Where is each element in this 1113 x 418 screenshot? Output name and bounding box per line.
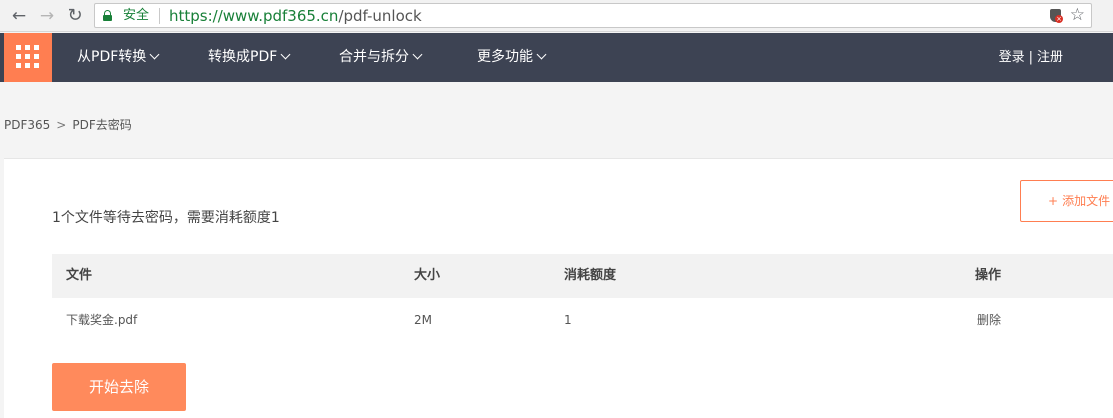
url-text[interactable]: https://www.pdf365.cn/pdf-unlock — [169, 6, 422, 26]
nav-merge-split[interactable]: 合并与拆分 — [339, 33, 423, 82]
nav-from-pdf[interactable]: 从PDF转换 — [77, 33, 160, 82]
bookmark-star-icon[interactable]: ☆ — [1070, 5, 1085, 25]
nav-more[interactable]: 更多功能 — [477, 33, 547, 82]
table-header: 文件 大小 消耗额度 操作 — [52, 254, 1113, 298]
chevron-down-icon — [412, 49, 423, 60]
register-link[interactable]: 注册 — [1037, 50, 1063, 65]
url-divider — [159, 8, 160, 24]
login-link[interactable]: 登录 — [999, 50, 1025, 65]
breadcrumb-home[interactable]: PDF365 — [4, 118, 50, 132]
address-bar[interactable]: 安全 https://www.pdf365.cn/pdf-unlock × ☆ — [94, 3, 1092, 28]
nav-label: 从PDF转换 — [77, 49, 147, 65]
browser-toolbar: ← → ↻ 安全 https://www.pdf365.cn/pdf-unloc… — [0, 0, 1113, 32]
add-file-label: 添加文件 — [1062, 194, 1111, 208]
grid-icon[interactable] — [4, 33, 52, 82]
unlock-panel: 1个文件等待去密码，需要消耗额度1 + 添加文件 文件 大小 消耗额度 操作 下载… — [4, 158, 1113, 418]
nav-to-pdf[interactable]: 转换成PDF — [208, 33, 291, 82]
auth-separator: | — [1028, 50, 1033, 65]
chevron-down-icon — [536, 49, 547, 60]
plus-icon: + — [1048, 194, 1059, 208]
file-size-cell: 2M — [414, 313, 432, 327]
column-header-file: 文件 — [66, 268, 93, 283]
breadcrumb: PDF365 > PDF去密码 — [4, 116, 132, 134]
add-file-button[interactable]: + 添加文件 — [1020, 180, 1113, 222]
secure-label: 安全 — [123, 8, 150, 23]
site-header: 从PDF转换 转换成PDF 合并与拆分 更多功能 登录 | 注册 — [0, 33, 1113, 82]
nav-label: 合并与拆分 — [339, 49, 409, 65]
column-header-size: 大小 — [414, 268, 441, 283]
forward-arrow-icon[interactable]: → — [37, 6, 57, 26]
table-row: 下载奖金.pdf 2M 1 删除 — [52, 298, 1113, 342]
lock-icon — [103, 10, 112, 21]
chevron-down-icon — [280, 49, 291, 60]
back-arrow-icon[interactable]: ← — [9, 6, 29, 26]
column-header-quota: 消耗额度 — [564, 268, 617, 283]
url-host: https://www.pdf365.cn — [169, 7, 339, 25]
reload-icon[interactable]: ↻ — [65, 6, 85, 26]
nav-label: 转换成PDF — [208, 49, 278, 65]
chevron-down-icon — [149, 49, 160, 60]
quota-cell: 1 — [564, 313, 572, 327]
url-path: /pdf-unlock — [338, 7, 422, 25]
pending-status: 1个文件等待去密码，需要消耗额度1 — [52, 210, 280, 226]
breadcrumb-current: PDF去密码 — [72, 118, 132, 132]
auth-links: 登录 | 注册 — [999, 33, 1063, 82]
breadcrumb-separator: > — [56, 118, 67, 132]
blocked-shield-icon[interactable]: × — [1050, 9, 1063, 23]
nav-label: 更多功能 — [477, 49, 533, 65]
column-header-action: 操作 — [975, 268, 1002, 283]
delete-link[interactable]: 删除 — [977, 298, 1001, 342]
start-unlock-button[interactable]: 开始去除 — [52, 363, 186, 411]
file-name-cell: 下载奖金.pdf — [66, 313, 138, 327]
